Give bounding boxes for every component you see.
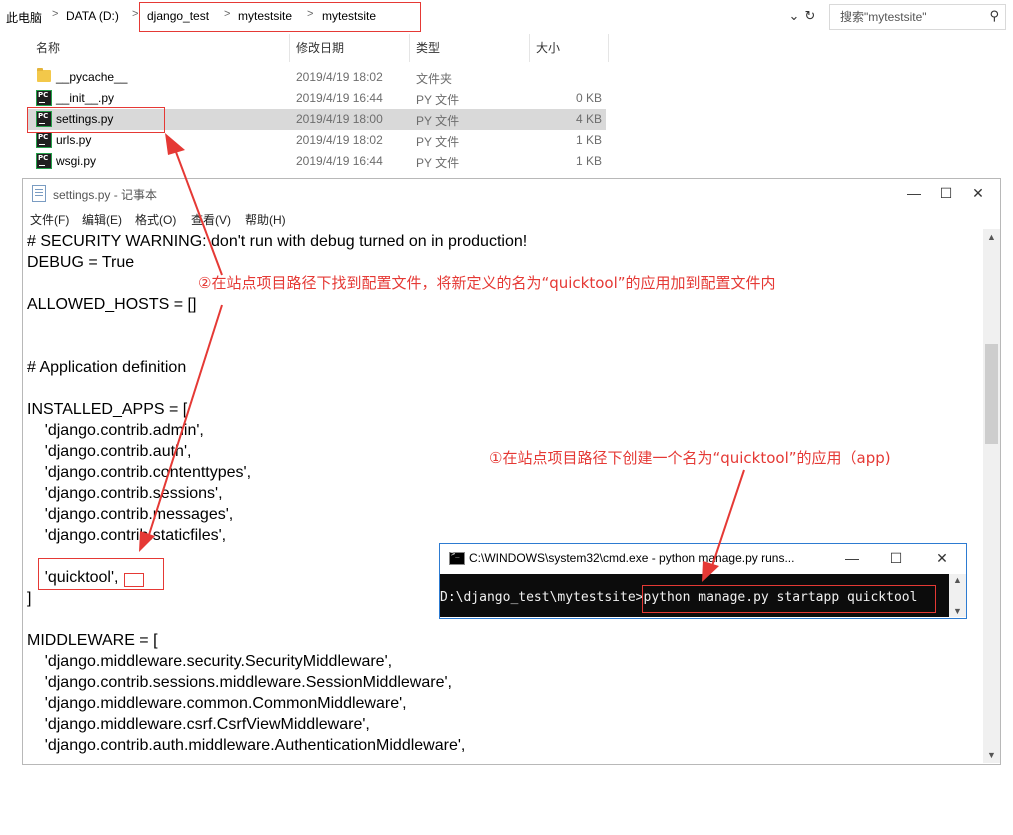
pycharm-file-icon: PC <box>36 90 52 106</box>
menu-file[interactable]: 文件(F) <box>30 211 69 228</box>
breadcrumb-this-pc[interactable]: 此电脑 <box>6 9 42 26</box>
column-divider[interactable] <box>409 34 410 62</box>
annotation-step2: ②在站点项目路径下找到配置文件，将新定义的名为“quicktool”的应用加到配… <box>198 274 776 292</box>
notepad-title: settings.py - 记事本 <box>53 188 158 202</box>
column-header-modified[interactable]: 修改日期 <box>296 40 344 62</box>
file-type: PY 文件 <box>416 114 460 128</box>
minimize-button[interactable]: — <box>899 183 929 203</box>
file-modified: 2019/4/19 16:44 <box>296 91 383 105</box>
file-size: 0 KB <box>575 91 602 105</box>
pycharm-file-icon: PC <box>36 153 52 169</box>
maximize-button[interactable]: ☐ <box>931 183 961 203</box>
code-line: 'django.contrib.sessions.middleware.Sess… <box>27 674 452 691</box>
scroll-up-icon[interactable]: ▲ <box>953 575 962 585</box>
file-row-init[interactable]: PC __init__.py 2019/4/19 16:44 PY 文件 0 K… <box>28 88 606 109</box>
breadcrumb-separator[interactable]: > <box>52 8 58 20</box>
notepad-menubar: 文件(F) 编辑(E) 格式(O) 查看(V) 帮助(H) <box>23 207 1000 229</box>
file-type: 文件夹 <box>416 72 453 86</box>
refresh-icon[interactable]: ↻ <box>802 7 818 25</box>
minimize-button[interactable]: — <box>837 548 867 568</box>
annotation-box-path <box>139 2 421 32</box>
scroll-down-icon[interactable]: ▼ <box>953 606 962 616</box>
code-line: 'django.middleware.common.CommonMiddlewa… <box>27 695 407 712</box>
scroll-down-icon[interactable]: ▼ <box>987 750 996 760</box>
file-size: 1 KB <box>575 133 602 147</box>
file-row-wsgi[interactable]: PC wsgi.py 2019/4/19 16:44 PY 文件 1 KB <box>28 151 606 172</box>
file-name: __init__.py <box>56 91 115 105</box>
column-header-type[interactable]: 类型 <box>416 40 440 62</box>
search-box[interactable]: ⚲ <box>829 4 1006 30</box>
notepad-window: settings.py - 记事本 — ☐ ✕ 文件(F) 编辑(E) 格式(O… <box>22 178 1001 765</box>
column-header-size[interactable]: 大小 <box>536 40 560 62</box>
code-line: 'django.contrib.admin', <box>27 422 204 439</box>
folder-icon <box>37 68 51 82</box>
file-size: 4 KB <box>575 112 602 126</box>
pycharm-file-icon: PC <box>36 132 52 148</box>
breadcrumb-drive[interactable]: DATA (D:) <box>66 9 119 23</box>
code-line: DEBUG = True <box>27 254 135 271</box>
menu-help[interactable]: 帮助(H) <box>245 211 286 228</box>
file-name: __pycache__ <box>56 70 128 84</box>
file-type: PY 文件 <box>416 156 460 170</box>
search-icon[interactable]: ⚲ <box>989 8 999 24</box>
column-divider[interactable] <box>289 34 290 62</box>
annotation-box-settings <box>27 107 165 133</box>
annotation-step1: ①在站点项目路径下创建一个名为“quicktool”的应用（app) <box>489 449 891 467</box>
file-size: 1 KB <box>575 154 602 168</box>
menu-format[interactable]: 格式(O) <box>135 211 176 228</box>
cmd-icon <box>449 550 465 565</box>
file-type: PY 文件 <box>416 135 460 149</box>
annotation-box-command <box>642 585 936 613</box>
chevron-down-icon[interactable]: ⌄ <box>786 7 802 25</box>
column-divider[interactable] <box>608 34 609 62</box>
file-modified: 2019/4/19 18:00 <box>296 112 383 126</box>
code-line: 'django.contrib.auth.middleware.Authenti… <box>27 737 466 754</box>
file-row-urls[interactable]: PC urls.py 2019/4/19 18:02 PY 文件 1 KB <box>28 130 606 151</box>
file-modified: 2019/4/19 18:02 <box>296 133 383 147</box>
column-header-name[interactable]: 名称 <box>36 40 60 62</box>
file-row-pycache[interactable]: __pycache__ 2019/4/19 18:02 文件夹 <box>28 67 606 88</box>
breadcrumb-separator[interactable]: > <box>132 8 138 20</box>
close-button[interactable]: ✕ <box>927 548 957 568</box>
scrollbar-thumb[interactable] <box>985 344 998 444</box>
code-line: 'django.middleware.csrf.CsrfViewMiddlewa… <box>27 716 370 733</box>
menu-edit[interactable]: 编辑(E) <box>82 211 122 228</box>
vertical-scrollbar[interactable]: ▲ ▼ <box>983 229 1000 763</box>
notepad-text-area[interactable]: # SECURITY WARNING: don't run with debug… <box>27 231 979 761</box>
cmd-title: C:\WINDOWS\system32\cmd.exe - python man… <box>469 551 795 565</box>
code-line: ALLOWED_HOSTS = [] <box>27 296 197 313</box>
menu-view[interactable]: 查看(V) <box>191 211 231 228</box>
search-input[interactable] <box>838 6 982 28</box>
code-line: # Application definition <box>27 359 187 376</box>
cmd-scrollbar[interactable]: ▲ ▼ <box>949 574 966 617</box>
close-button[interactable]: ✕ <box>963 183 993 203</box>
file-type: PY 文件 <box>416 93 460 107</box>
file-name: wsgi.py <box>56 154 97 168</box>
file-modified: 2019/4/19 18:02 <box>296 70 383 84</box>
cmd-prompt: D:\django_test\mytestsite> <box>440 590 644 605</box>
file-name: urls.py <box>56 133 92 147</box>
scroll-up-icon[interactable]: ▲ <box>987 232 996 242</box>
code-line: 'django.middleware.security.SecurityMidd… <box>27 653 393 670</box>
notepad-titlebar[interactable]: settings.py - 记事本 — ☐ ✕ <box>23 179 1000 207</box>
annotation-box-quicktool <box>38 558 164 590</box>
file-modified: 2019/4/19 16:44 <box>296 154 383 168</box>
code-line: 'django.contrib.messages', <box>27 506 234 523</box>
code-line: INSTALLED_APPS = [ <box>27 401 188 418</box>
notepad-icon <box>32 185 46 202</box>
code-line: # SECURITY WARNING: don't run with debug… <box>27 233 528 250</box>
maximize-button[interactable]: ☐ <box>881 548 911 568</box>
code-line: 'django.contrib.sessions', <box>27 485 223 502</box>
code-line: MIDDLEWARE = [ <box>27 632 158 649</box>
annotation-box-comma <box>124 573 144 587</box>
column-divider[interactable] <box>529 34 530 62</box>
